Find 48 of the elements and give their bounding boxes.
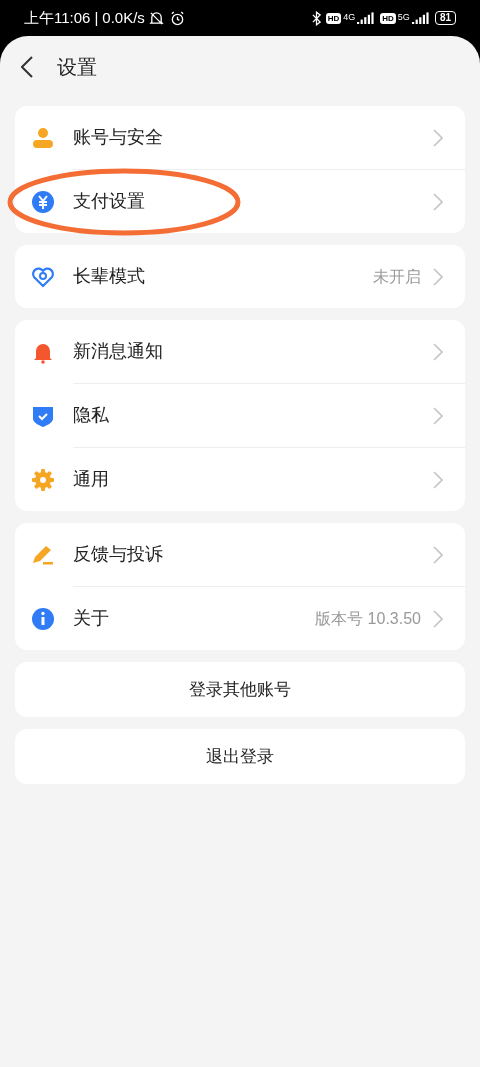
info-icon — [31, 606, 55, 631]
hd-badge: HD — [325, 12, 342, 24]
chevron-icon — [433, 128, 443, 147]
row-value: 未开启 — [373, 266, 421, 287]
settings-row[interactable]: 关于 版本号 10.3.50 — [15, 587, 465, 650]
yen-icon — [31, 189, 55, 214]
row-label: 通用 — [73, 468, 109, 491]
network-type: 5G — [397, 11, 410, 25]
settings-row[interactable]: 通用 — [15, 448, 465, 511]
settings-row[interactable]: 支付设置 — [15, 170, 465, 233]
chevron-icon — [433, 470, 443, 489]
row-label: 长辈模式 — [73, 265, 145, 288]
bell-off-icon — [148, 10, 164, 26]
chevron-icon — [433, 545, 443, 564]
row-label: 关于 — [73, 607, 109, 630]
network-type: 4G — [343, 11, 356, 25]
network-speed: 0.0K/s — [102, 7, 145, 28]
settings-row[interactable]: 新消息通知 — [15, 320, 465, 383]
page-title: 设置 — [57, 55, 97, 80]
chevron-icon — [433, 406, 443, 425]
settings-row[interactable]: 账号与安全 — [15, 106, 465, 169]
gear-icon — [31, 467, 55, 492]
chevron-icon — [433, 609, 443, 628]
settings-row[interactable]: 长辈模式 未开启 — [15, 245, 465, 308]
alarm-icon — [169, 10, 185, 26]
chevron-icon — [433, 267, 443, 286]
signal-icon — [357, 12, 376, 24]
row-value: 版本号 10.3.50 — [315, 608, 421, 629]
person-icon — [31, 125, 55, 150]
account-button[interactable]: 登录其他账号 — [15, 662, 465, 717]
row-label: 隐私 — [73, 404, 109, 427]
settings-row[interactable]: 反馈与投诉 — [15, 523, 465, 586]
bluetooth-icon — [311, 10, 321, 26]
row-label: 新消息通知 — [73, 340, 163, 363]
back-icon[interactable] — [21, 56, 33, 78]
settings-row[interactable]: 隐私 — [15, 384, 465, 447]
row-label: 反馈与投诉 — [73, 543, 163, 566]
chevron-icon — [433, 192, 443, 211]
signal-icon — [411, 12, 430, 24]
chevron-icon — [433, 342, 443, 361]
row-label: 账号与安全 — [73, 126, 163, 149]
account-button[interactable]: 退出登录 — [15, 729, 465, 784]
hd-badge: HD — [380, 12, 396, 24]
clock: 上午11:06 — [24, 7, 91, 28]
battery-icon: 81 — [434, 11, 456, 25]
heart-icon — [31, 264, 55, 289]
row-label: 支付设置 — [73, 190, 145, 213]
separator: | — [94, 7, 99, 28]
